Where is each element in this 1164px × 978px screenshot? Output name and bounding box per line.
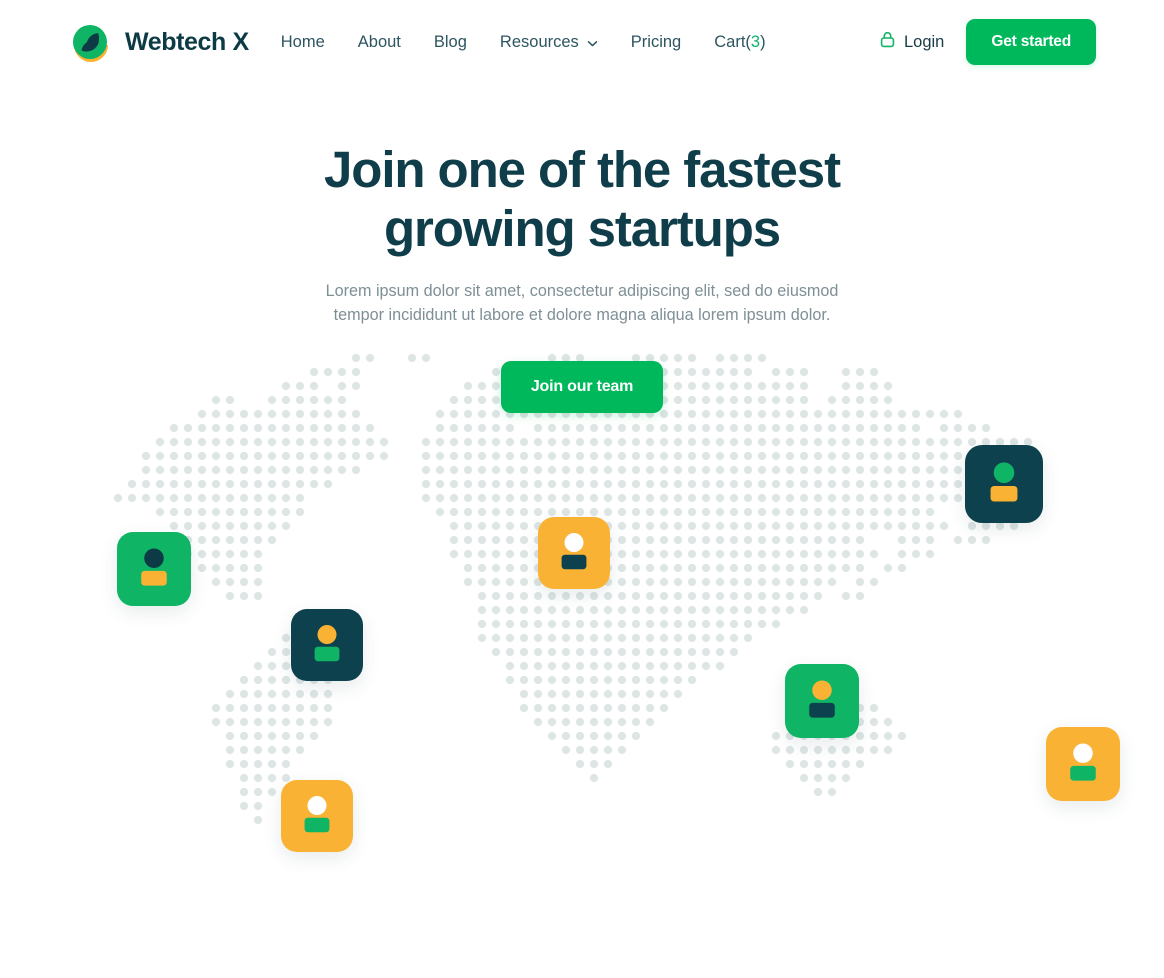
- login-link[interactable]: Login: [880, 31, 944, 53]
- map-pin-orange-right[interactable]: [1046, 727, 1120, 801]
- site-header: Webtech X Home About Blog Resources Pric…: [0, 0, 1164, 84]
- cart-label: Cart(: [714, 32, 751, 51]
- nav-item-blog[interactable]: Blog: [434, 33, 467, 52]
- primary-nav: Home About Blog Resources Pricing Cart(…: [281, 33, 766, 52]
- brand-logo-link[interactable]: Webtech X: [68, 19, 249, 65]
- page-title-line-2: growing startups: [383, 200, 781, 257]
- nav-item-pricing-label: Pricing: [630, 32, 682, 51]
- dotted-world-map: [0, 322, 1164, 978]
- page-title: Join one of the fastest growing startups: [0, 140, 1164, 258]
- leaf-logo-icon: [68, 19, 114, 65]
- user-icon: [141, 548, 167, 586]
- cart-count: 3: [750, 32, 761, 51]
- chevron-down-icon: [586, 36, 598, 48]
- lock-icon: [880, 31, 895, 53]
- page-title-line-1: Join one of the fastest: [324, 141, 841, 198]
- hero-subtitle-line-2: incididunt ut labore et dolore magna ali…: [388, 306, 831, 324]
- cart-label-suffix: ): [760, 32, 766, 51]
- map-pin-dark-right[interactable]: [965, 445, 1043, 523]
- hero-section: Join one of the fastest growing startups…: [0, 140, 1164, 413]
- brand-name: Webtech X: [125, 27, 249, 56]
- user-icon: [809, 680, 835, 718]
- nav-item-about-label: About: [357, 32, 401, 51]
- login-label: Login: [903, 32, 945, 51]
- map-pin-orange-lower[interactable]: [281, 780, 353, 852]
- map-pin-green-right[interactable]: [785, 664, 859, 738]
- join-our-team-button[interactable]: Join our team: [500, 361, 664, 413]
- map-pin-dark-left[interactable]: [291, 609, 363, 681]
- nav-item-home-label: Home: [280, 32, 325, 51]
- user-icon: [990, 462, 1018, 502]
- get-started-button[interactable]: Get started: [966, 19, 1096, 65]
- nav-item-cart[interactable]: Cart(3): [714, 33, 765, 52]
- nav-item-home[interactable]: Home: [281, 33, 325, 52]
- user-icon: [1070, 743, 1096, 781]
- map-pin-green-left[interactable]: [117, 532, 191, 606]
- nav-item-about[interactable]: About: [358, 33, 401, 52]
- user-icon: [314, 625, 340, 662]
- header-actions: Login Get started: [880, 19, 1096, 65]
- hero-subtitle: Lorem ipsum dolor sit amet, consectetur …: [302, 279, 862, 327]
- user-icon: [304, 796, 330, 833]
- user-icon: [561, 533, 587, 570]
- nav-item-resources[interactable]: Resources: [500, 33, 598, 52]
- landing-page: Webtech X Home About Blog Resources Pric…: [0, 0, 1164, 978]
- nav-item-pricing[interactable]: Pricing: [631, 33, 681, 52]
- map-pin-orange-mid[interactable]: [538, 517, 610, 589]
- nav-item-blog-label: Blog: [433, 32, 467, 51]
- nav-item-resources-label: Resources: [499, 32, 579, 51]
